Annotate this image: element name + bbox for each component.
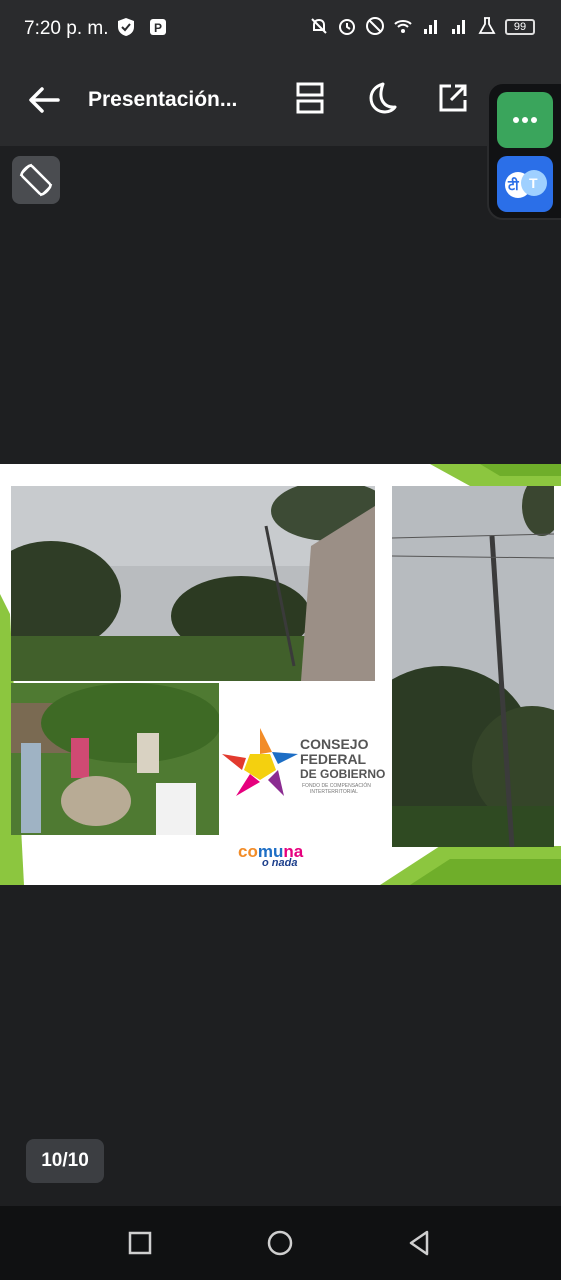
floating-apps-panel: टी T	[487, 82, 561, 220]
group-image	[11, 683, 219, 835]
svg-text:INTERTERRITORIAL: INTERTERRITORIAL	[310, 789, 358, 795]
alarm-icon	[339, 19, 355, 35]
page-indicator: 10/10	[26, 1139, 104, 1183]
status-bar: 7:20 p. m. P 99	[0, 0, 561, 58]
system-nav-bar	[0, 1206, 561, 1280]
home-icon[interactable]	[263, 1226, 297, 1260]
back-arrow-icon[interactable]	[24, 80, 64, 120]
status-left-icons: P	[116, 17, 168, 37]
document-title: Presentación...	[88, 88, 238, 111]
signal-icon-2	[452, 20, 465, 34]
app-notification-icon: P	[150, 19, 166, 35]
shield-icon	[118, 18, 134, 36]
recent-apps-icon[interactable]	[123, 1226, 157, 1260]
muted-bell-icon	[311, 18, 327, 34]
back-nav-icon[interactable]	[403, 1226, 437, 1260]
battery-indicator: 99	[505, 19, 535, 35]
lab-flask-icon	[478, 17, 496, 34]
status-right-icons	[309, 16, 497, 36]
presentation-slide: CONSEJO FEDERAL DE GOBIERNO FONDO DE COM…	[0, 464, 561, 885]
viewer-toolbar: Presentación...	[0, 58, 561, 146]
do-not-disturb-icon	[366, 17, 384, 35]
rotate-screen-button[interactable]	[12, 156, 60, 204]
logos-block: CONSEJO FEDERAL DE GOBIERNO FONDO DE COM…	[222, 692, 387, 862]
photo-community-group	[11, 683, 219, 835]
photo-power-pole	[392, 486, 554, 847]
svg-text:FEDERAL: FEDERAL	[300, 751, 367, 767]
svg-text:टी: टी	[507, 177, 520, 194]
status-time: 7:20 p. m.	[24, 18, 109, 39]
consejo-federal-logo: CONSEJO FEDERAL DE GOBIERNO FONDO DE COM…	[222, 728, 385, 861]
moon-icon[interactable]	[363, 80, 399, 116]
page-layout-icon[interactable]	[292, 80, 328, 116]
pole-image	[392, 486, 554, 847]
photo-landscape-trees	[11, 486, 375, 681]
svg-text:T: T	[529, 175, 538, 191]
svg-text:P: P	[154, 21, 162, 35]
comuna-subtitle: o nada	[262, 857, 298, 869]
rotate-icon	[19, 163, 53, 197]
svg-text:FONDO DE COMPENSACIÓN: FONDO DE COMPENSACIÓN	[302, 782, 371, 789]
translate-button[interactable]: टी T	[497, 156, 553, 212]
svg-text:CONSEJO: CONSEJO	[300, 736, 369, 752]
signal-icon	[424, 20, 437, 34]
open-external-icon[interactable]	[435, 80, 471, 116]
more-button[interactable]	[497, 92, 553, 148]
more-dots-icon	[513, 117, 537, 123]
wifi-icon	[394, 20, 412, 33]
svg-text:DE GOBIERNO: DE GOBIERNO	[300, 767, 385, 781]
translate-icon: टी T	[505, 170, 547, 198]
landscape-image	[11, 486, 375, 681]
